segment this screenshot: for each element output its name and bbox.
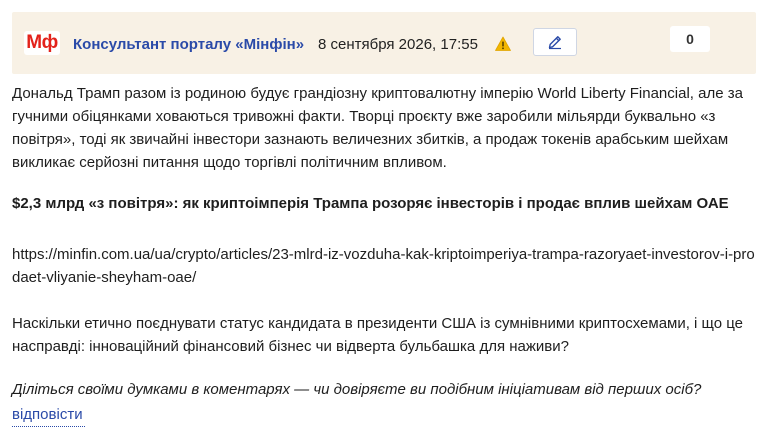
- minfin-logo[interactable]: Мф: [24, 31, 60, 55]
- edit-button[interactable]: [533, 28, 577, 56]
- post-date: 8 сентября 2026, 17:55: [318, 36, 478, 53]
- comment-counter[interactable]: 0: [670, 26, 710, 52]
- reply-link[interactable]: відповісти: [12, 404, 83, 426]
- author-name[interactable]: Консультант порталу «Мінфін»: [73, 35, 304, 55]
- article-headline: $2,3 млрд «з повітря»: як криптоімперія …: [12, 195, 729, 212]
- post-paragraph-question: Наскільки етично поєднувати статус канди…: [12, 315, 744, 355]
- article-url[interactable]: https://minfin.com.ua/ua/crypto/articles…: [12, 243, 756, 289]
- post-paragraph-intro: Дональд Трамп разом із родиною будує гра…: [12, 85, 743, 171]
- warning-icon[interactable]: [494, 35, 512, 53]
- post-closing-question: Діліться своїми думками в коментарях — ч…: [12, 381, 702, 398]
- reply-link-underline: [12, 425, 85, 427]
- post-header: Мф Консультант порталу «Мінфін» 8 сентяб…: [12, 12, 756, 74]
- comment-post: Мф Консультант порталу «Мінфін» 8 сентяб…: [0, 0, 768, 442]
